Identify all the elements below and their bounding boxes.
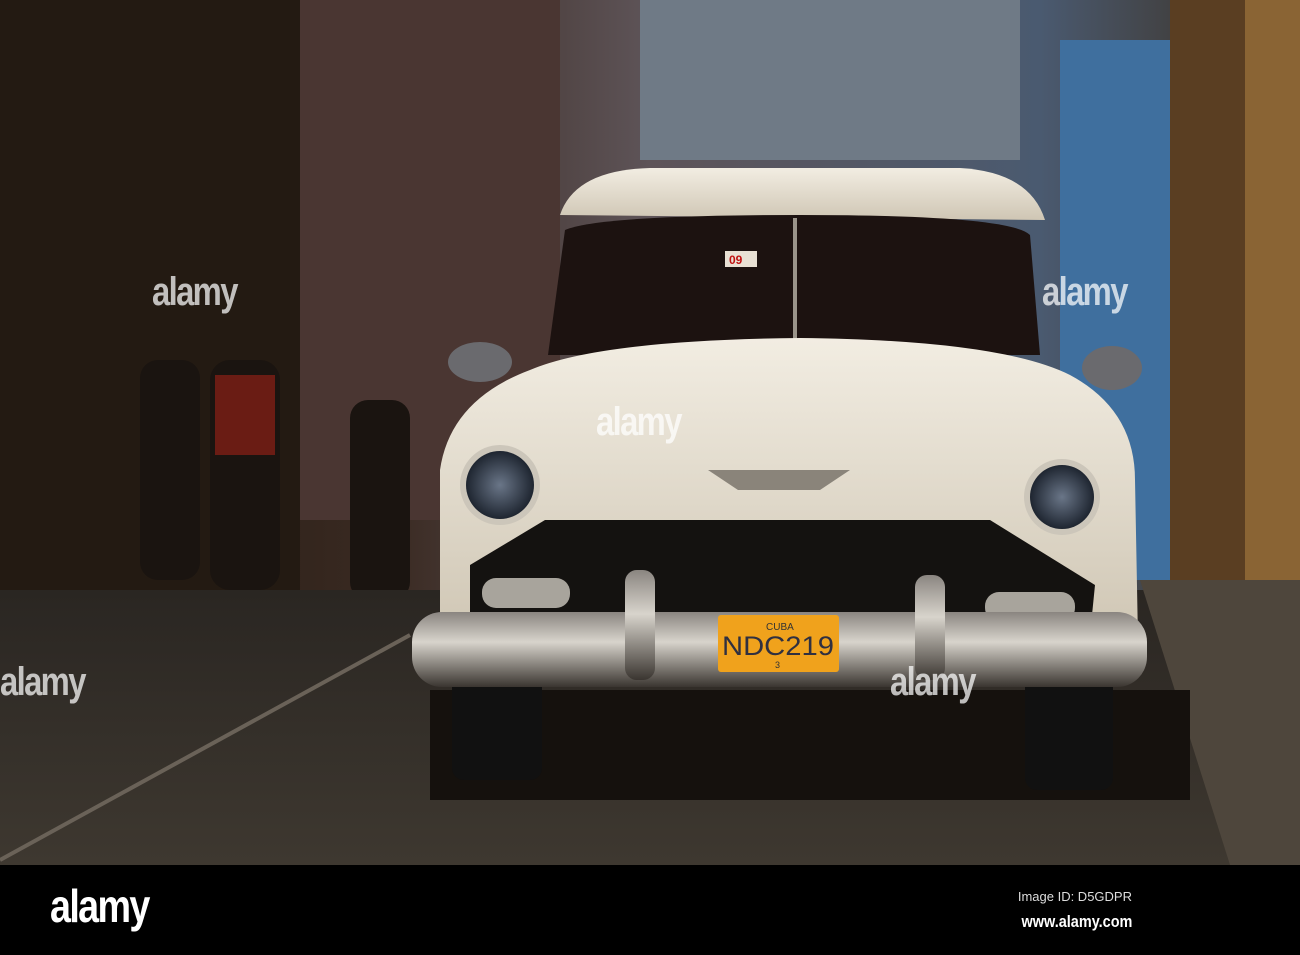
watermark: alamy xyxy=(1042,270,1128,314)
roof xyxy=(560,168,1045,220)
mirror-right xyxy=(1082,346,1142,390)
alamy-logo: alamy xyxy=(50,880,150,932)
image-id: Image ID: D5GDPR xyxy=(1017,889,1132,904)
plate-sub: 3 xyxy=(775,660,780,670)
watermark: alamy xyxy=(890,660,976,704)
mirror-left xyxy=(448,342,512,382)
watermark: alamy xyxy=(152,270,238,314)
bumper-guard-left xyxy=(625,570,655,680)
footer-bar: alamy Image ID: D5GDPR www.alamy.com xyxy=(0,865,1300,955)
right-wall xyxy=(1245,0,1300,590)
stock-photo-page: 09 CUBA NDC219 3 alamy alamy alamy alamy… xyxy=(0,0,1300,955)
watermark: alamy xyxy=(0,660,86,704)
website-link[interactable]: www.alamy.com xyxy=(1021,912,1132,932)
parking-light-left xyxy=(482,578,570,608)
distant-sky xyxy=(640,0,1020,160)
license-plate: CUBA NDC219 3 xyxy=(718,615,839,672)
watermark: alamy xyxy=(596,400,682,444)
plate-number: NDC219 xyxy=(722,631,834,661)
windshield-sticker-text: 09 xyxy=(729,253,743,267)
